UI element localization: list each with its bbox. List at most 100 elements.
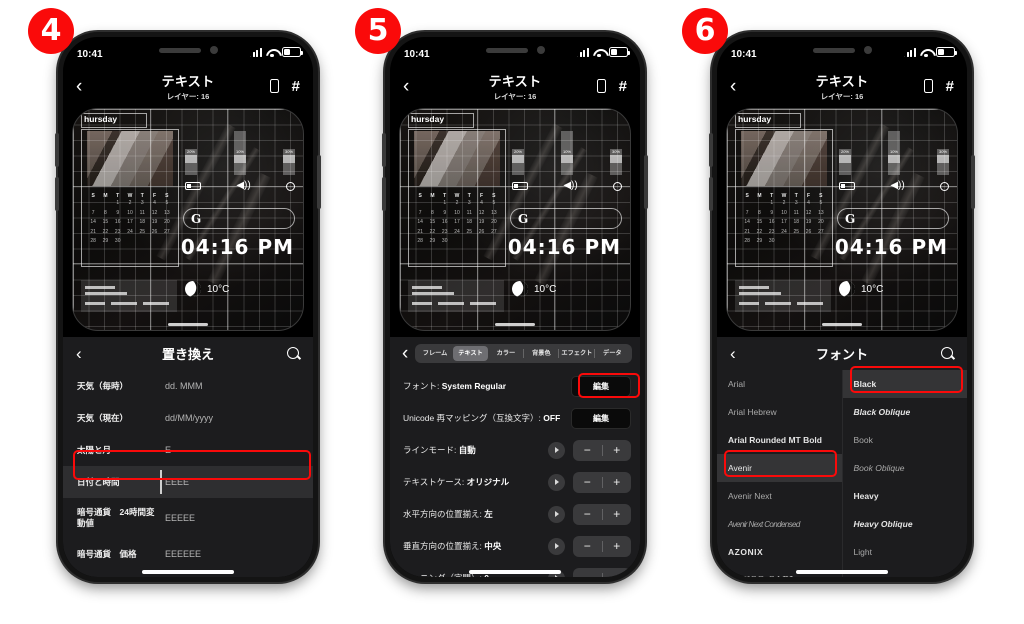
watch-face-canvas: SMTWTFS 12345 78910111213 14151617181920… xyxy=(72,108,304,331)
stepper-horizontal-align[interactable]: − + xyxy=(573,503,632,525)
replace-row-list[interactable]: 天気（毎時） dd. MMM 天気（現在） dd/MM/yyyy 太陽と月 E 日付と… xyxy=(63,370,313,577)
decrement-button[interactable]: − xyxy=(573,540,602,552)
status-time: 10:41 xyxy=(77,48,103,60)
list-item[interactable]: Arial xyxy=(717,370,842,398)
watch-preview-6[interactable]: SMTWTFS 12345 78910111213 14151617181920… xyxy=(717,105,967,337)
settings-row-list[interactable]: フォント: System Regular 編集 Unicode 再マッピング（互… xyxy=(390,370,640,577)
list-item[interactable]: Book Oblique xyxy=(843,454,968,482)
animate-icon[interactable] xyxy=(548,441,565,459)
decrement-button[interactable]: − xyxy=(573,508,602,520)
list-item[interactable]: Heavy Oblique xyxy=(843,510,968,538)
table-row[interactable]: 太陽と月 E xyxy=(63,434,313,466)
edit-font-button[interactable]: 編集 xyxy=(571,375,631,397)
device-icon[interactable] xyxy=(596,79,606,93)
list-item[interactable]: Avenir Next xyxy=(717,482,842,510)
wifi-icon xyxy=(920,48,932,57)
animate-icon[interactable] xyxy=(548,537,565,555)
stepper-line-mode[interactable]: − + xyxy=(573,439,632,461)
tab-text[interactable]: テキスト xyxy=(452,346,489,361)
list-item[interactable]: Heavy xyxy=(843,482,968,510)
setting-row-text-case[interactable]: テキストケース: オリジナル − + xyxy=(390,466,640,498)
table-row[interactable]: 暗号通貨 価格 EEEEEE xyxy=(63,538,313,570)
tab-color[interactable]: カラー xyxy=(488,346,523,361)
setting-row-font[interactable]: フォント: System Regular 編集 xyxy=(390,370,640,402)
list-item[interactable]: AZONIX xyxy=(717,538,842,566)
increment-button[interactable]: + xyxy=(603,508,632,520)
back-button[interactable]: ‹ xyxy=(730,77,736,96)
tab-effect[interactable]: エフェクト xyxy=(558,346,594,361)
settings-tab-bar[interactable]: フレーム テキスト カラー 背景色 エフェクト データ xyxy=(415,344,632,363)
decrement-button[interactable]: − xyxy=(573,444,602,456)
status-time: 10:41 xyxy=(731,48,757,60)
volume-up-button-5[interactable] xyxy=(382,133,386,167)
volume-up-button-6[interactable] xyxy=(709,133,713,167)
device-icon[interactable] xyxy=(923,79,933,93)
animate-icon[interactable] xyxy=(548,473,565,491)
table-row[interactable]: 暗号通貨 24時間変動値 EEEEE xyxy=(63,498,313,538)
tab-frame[interactable]: フレーム xyxy=(417,346,452,361)
back-button[interactable]: ‹ xyxy=(403,77,409,96)
table-row[interactable]: 天気（毎時） dd. MMM xyxy=(63,370,313,402)
hash-icon[interactable]: # xyxy=(619,79,627,94)
home-indicator xyxy=(469,570,561,574)
stepper-kerning[interactable]: −+ xyxy=(573,567,632,577)
setting-row-unicode-remap[interactable]: Unicode 再マッピング（互換文字）: OFF 編集 xyxy=(390,402,640,434)
setting-row-line-mode[interactable]: ラインモード: 自動 − + xyxy=(390,434,640,466)
watch-face-canvas: SMTWTFS 12345 78910111213 14151617181920… xyxy=(399,108,631,331)
device-icon[interactable] xyxy=(269,79,279,93)
wifi-icon xyxy=(266,48,278,57)
font-two-column-list[interactable]: Arial Arial Hebrew Arial Rounded MT Bold… xyxy=(717,370,967,577)
panel-back-button[interactable]: ‹ xyxy=(76,345,82,362)
hash-icon[interactable]: # xyxy=(946,79,954,94)
increment-button[interactable]: + xyxy=(603,572,632,577)
watch-preview-4[interactable]: SMTWTFS 12345 78910111213 14151617181920… xyxy=(63,105,313,337)
font-family-column[interactable]: Arial Arial Hebrew Arial Rounded MT Bold… xyxy=(717,370,843,577)
watch-preview-5[interactable]: SMTWTFS 12345 78910111213 14151617181920… xyxy=(390,105,640,337)
tab-data[interactable]: データ xyxy=(593,346,630,361)
volume-down-button-6[interactable] xyxy=(709,177,713,211)
stepper-vertical-align[interactable]: − + xyxy=(573,535,632,557)
list-item[interactable]: Book xyxy=(843,426,968,454)
list-item[interactable]: Light xyxy=(843,538,968,566)
animate-icon[interactable] xyxy=(548,505,565,523)
power-button-6[interactable] xyxy=(971,155,975,209)
widget-bounds-box xyxy=(735,129,833,267)
nav-bar-4: ‹ テキスト レイヤー: 16 # xyxy=(63,67,313,105)
volume-down-button-5[interactable] xyxy=(382,177,386,211)
setting-row-horizontal-align[interactable]: 水平方向の位置揃え: 左 − + xyxy=(390,498,640,530)
widget-bounds-box xyxy=(408,129,506,267)
list-item[interactable]: Arial Hebrew xyxy=(717,398,842,426)
volume-up-button-4[interactable] xyxy=(55,133,59,167)
panel-back-button[interactable]: ‹ xyxy=(402,344,408,363)
power-button-5[interactable] xyxy=(644,155,648,209)
back-button[interactable]: ‹ xyxy=(76,77,82,96)
increment-button[interactable]: + xyxy=(603,476,632,488)
power-button-4[interactable] xyxy=(317,155,321,209)
list-item-selected[interactable]: Avenir xyxy=(717,454,842,482)
watch-home-indicator xyxy=(168,323,208,326)
list-item[interactable]: Black Oblique xyxy=(843,398,968,426)
decrement-button[interactable]: − xyxy=(573,572,602,577)
step-badge-6: 6 xyxy=(682,8,728,54)
battery-icon xyxy=(282,47,303,57)
list-item[interactable]: Avenir Next Condensed xyxy=(717,510,842,538)
search-icon[interactable] xyxy=(941,347,954,360)
edit-unicode-button[interactable]: 編集 xyxy=(571,407,631,429)
increment-button[interactable]: + xyxy=(603,444,632,456)
tab-background-color[interactable]: 背景色 xyxy=(522,346,559,361)
battery-icon xyxy=(936,47,957,57)
search-icon[interactable] xyxy=(287,347,300,360)
table-row-selected[interactable]: 日付と時間 EEEE xyxy=(63,466,313,498)
setting-row-vertical-align[interactable]: 垂直方向の位置揃え: 中央 − + xyxy=(390,530,640,562)
stepper-text-case[interactable]: − + xyxy=(573,471,632,493)
decrement-button[interactable]: − xyxy=(573,476,602,488)
home-indicator xyxy=(796,570,888,574)
volume-down-button-4[interactable] xyxy=(55,177,59,211)
list-item[interactable]: Arial Rounded MT Bold xyxy=(717,426,842,454)
hash-icon[interactable]: # xyxy=(292,79,300,94)
panel-back-button[interactable]: ‹ xyxy=(730,345,736,362)
list-item-selected[interactable]: Black xyxy=(842,370,967,398)
table-row[interactable]: 天気（現在） dd/MM/yyyy xyxy=(63,402,313,434)
increment-button[interactable]: + xyxy=(603,540,632,552)
font-weight-column[interactable]: Black Black Oblique Book Book Oblique He… xyxy=(842,370,968,577)
